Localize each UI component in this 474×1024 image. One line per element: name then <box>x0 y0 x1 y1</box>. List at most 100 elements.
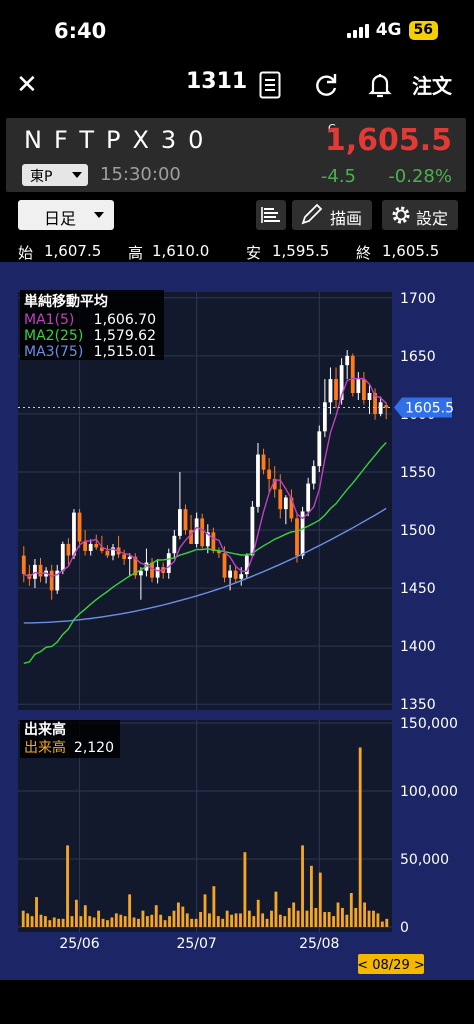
battery-icon: 56 <box>408 20 438 40</box>
price-tick-label: 1500 <box>400 523 436 539</box>
volume-bar <box>380 921 384 927</box>
low-label: 安 <box>246 244 262 262</box>
candle <box>127 556 132 560</box>
volume-tick-label: 100,000 <box>400 784 458 800</box>
volume-bar <box>208 913 211 927</box>
volume-bar <box>305 910 309 927</box>
volume-bar <box>247 910 251 927</box>
volume-bar <box>301 845 304 927</box>
candle <box>362 379 366 400</box>
bar-list-icon <box>261 207 280 223</box>
volume-bar <box>296 910 300 927</box>
candle <box>239 574 244 579</box>
price-tick-label: 1650 <box>400 349 436 365</box>
time-tick-label: 25/08 <box>299 936 339 952</box>
chart-footer <box>0 980 474 1024</box>
indicator-button[interactable] <box>256 200 286 230</box>
volume-bar <box>354 907 358 927</box>
candle <box>295 518 299 556</box>
signal-icon <box>346 22 369 38</box>
volume-bar <box>21 910 25 927</box>
volume-bar <box>221 918 225 927</box>
candlestick-chart[interactable]: 17001650160015501500145014001350150,0001… <box>0 262 474 980</box>
volume-bar <box>128 894 132 927</box>
volume-bar <box>212 886 216 927</box>
volume-tick-label: 150,000 <box>400 716 458 732</box>
volume-bar <box>265 918 269 927</box>
document-icon[interactable] <box>259 71 281 99</box>
time-tick-label: 25/07 <box>176 936 216 952</box>
volume-bar <box>97 910 101 927</box>
volume-tick-label: 50,000 <box>400 852 449 868</box>
volume-bar <box>336 902 340 927</box>
volume-bar <box>70 916 74 927</box>
ma-legend-name: MA1(5) <box>24 312 74 328</box>
volume-bar <box>256 899 260 927</box>
current-price: 1,605.5 <box>324 123 452 158</box>
volume-bar <box>318 872 322 927</box>
volume-bar <box>61 918 65 927</box>
ohlc-row: 始 1,607.5 高 1,610.0 安 1,595.5 終 1,605.5 <box>0 240 474 262</box>
candle <box>317 431 322 467</box>
volume-bar <box>57 918 61 927</box>
volume-legend-title: 出来高 <box>24 721 66 738</box>
open-label: 始 <box>18 244 34 262</box>
close-icon[interactable]: ✕ <box>16 70 38 100</box>
draw-button[interactable]: 描画 <box>292 200 372 230</box>
candle <box>38 564 43 577</box>
quote-time: 15:30:00 <box>100 164 181 185</box>
candle <box>306 483 311 512</box>
volume-bar <box>323 912 327 927</box>
price-tick-label: 1450 <box>400 581 436 597</box>
volume-bar <box>278 914 282 927</box>
candle <box>200 518 205 547</box>
volume-bar <box>252 916 256 927</box>
volume-bar <box>154 905 158 927</box>
high-label: 高 <box>128 244 144 262</box>
volume-bar <box>30 916 34 927</box>
volume-bar <box>309 865 313 927</box>
low-value: 1,595.5 <box>272 242 330 260</box>
candle <box>356 379 361 394</box>
volume-bar <box>43 916 47 927</box>
candle <box>233 570 238 579</box>
candle <box>228 570 232 578</box>
volume-bar <box>88 916 92 927</box>
volume-bar <box>358 747 362 927</box>
settings-button[interactable]: 設定 <box>382 200 458 230</box>
volume-bar <box>145 916 149 927</box>
gear-icon <box>392 206 410 224</box>
network-type: 4G <box>375 20 402 40</box>
order-button[interactable]: 注文 <box>412 70 452 99</box>
market-select[interactable]: 東P <box>22 164 88 186</box>
candle <box>334 379 338 400</box>
chart-area[interactable]: 17001650160015501500145014001350150,0001… <box>0 262 474 980</box>
candle <box>278 489 283 510</box>
candle <box>83 541 88 551</box>
open-value: 1,607.5 <box>44 242 102 260</box>
candle <box>222 553 227 578</box>
reload-icon[interactable] <box>312 71 340 99</box>
volume-bar <box>150 914 154 927</box>
date-tag-label: < 08/29 > <box>357 958 425 973</box>
close-label: 終 <box>356 244 372 262</box>
volume-bar <box>234 913 238 927</box>
candle <box>60 543 65 571</box>
price-change-pct: -0.28% <box>388 166 452 187</box>
volume-bar <box>190 918 194 927</box>
volume-bar <box>363 902 367 927</box>
candle <box>378 402 383 414</box>
volume-bar <box>270 910 273 927</box>
ma-legend-value: 1,606.70 <box>94 312 156 328</box>
bell-icon[interactable] <box>366 71 394 99</box>
volume-legend-value: 2,120 <box>74 740 114 756</box>
candle <box>94 543 99 548</box>
volume-bar <box>101 918 105 927</box>
price-tick-label: 1700 <box>400 291 436 307</box>
candle <box>250 506 255 556</box>
volume-bar <box>292 902 296 927</box>
candle <box>166 553 171 573</box>
volume-bar <box>261 913 265 927</box>
period-select[interactable]: 日足 <box>18 200 114 230</box>
candle <box>49 570 54 591</box>
